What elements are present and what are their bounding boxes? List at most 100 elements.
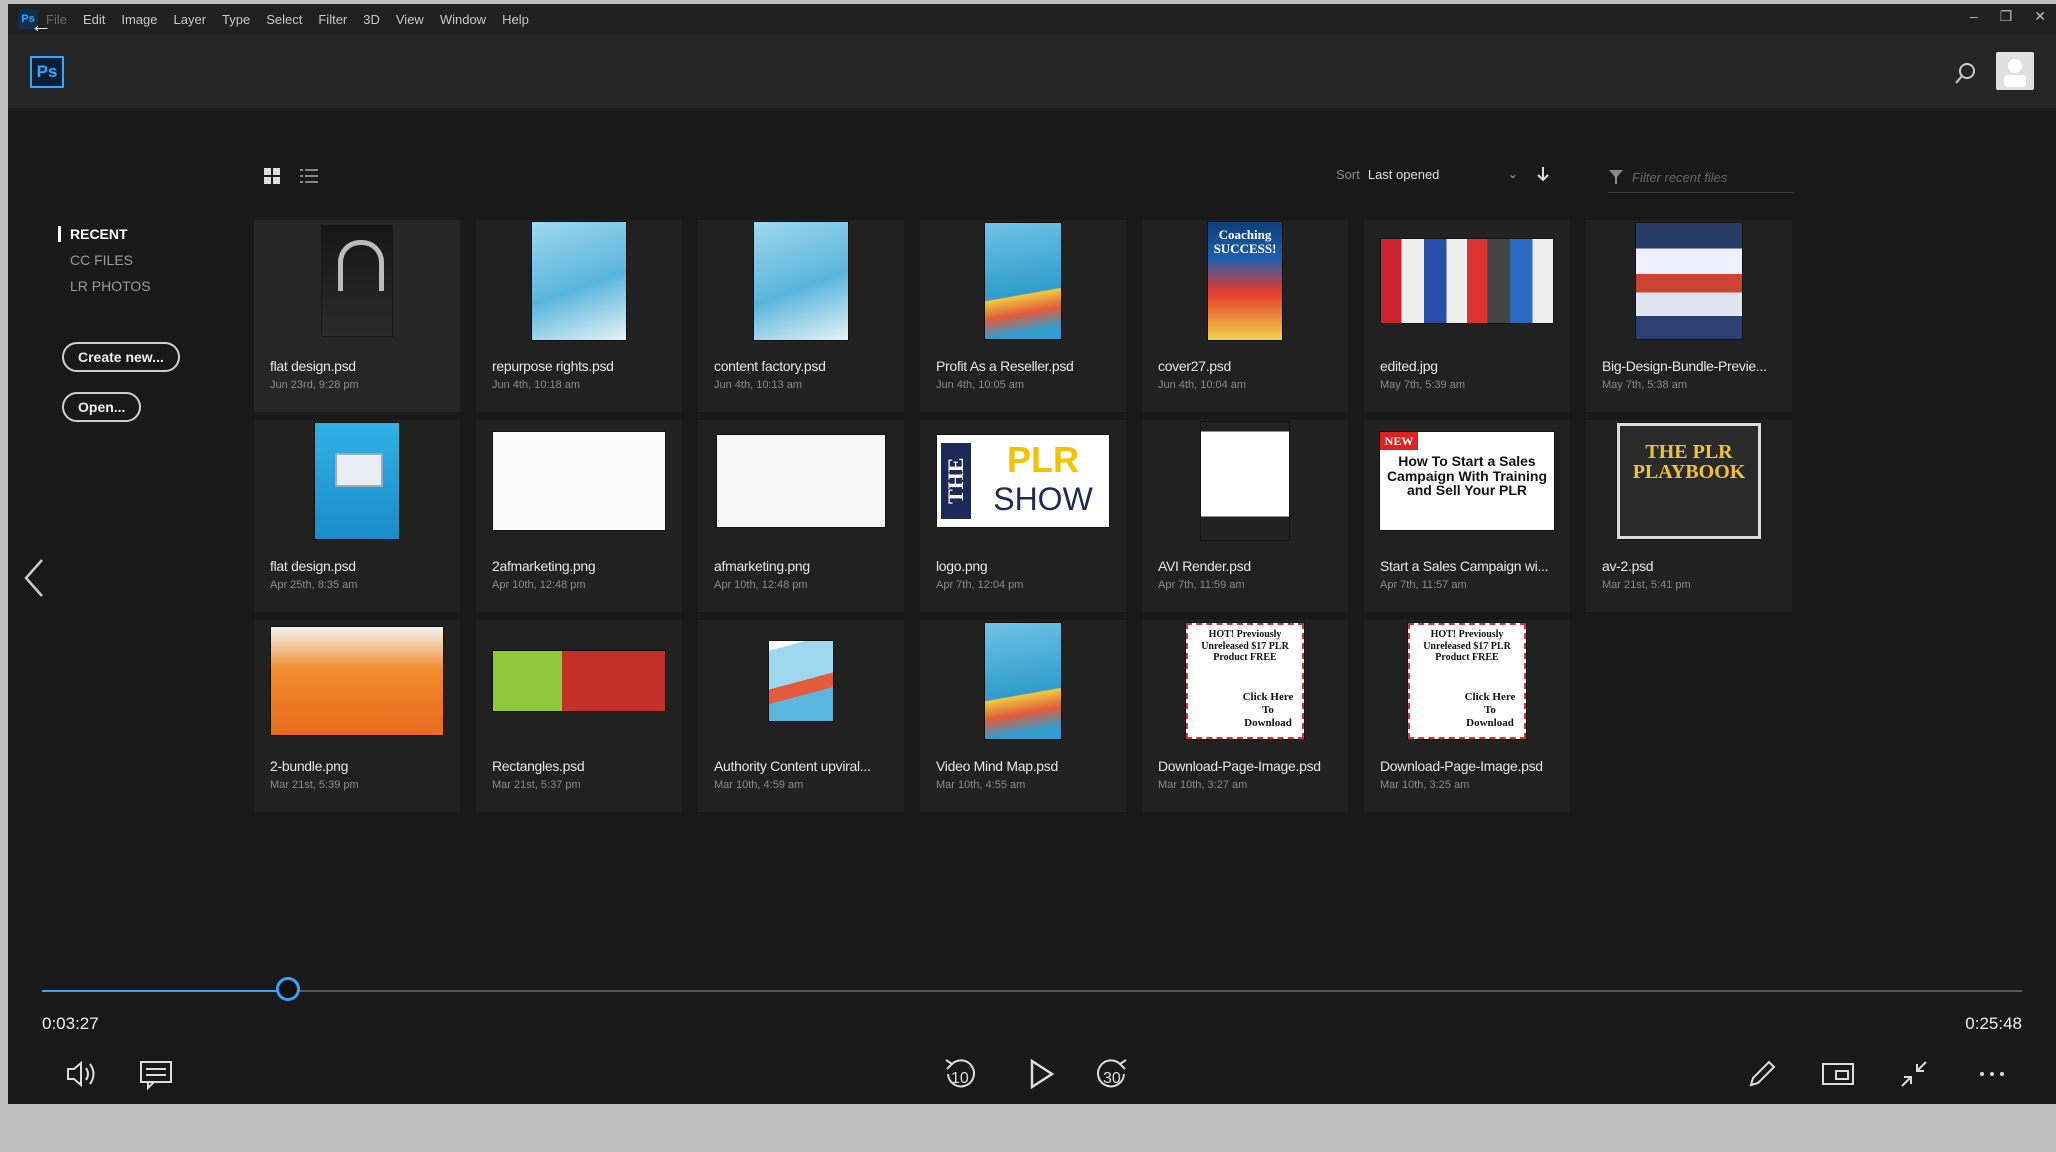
file-thumbnail xyxy=(1152,420,1338,542)
list-view-icon[interactable] xyxy=(300,168,318,184)
sort-dropdown[interactable]: Last opened xyxy=(1368,167,1508,182)
restore-button[interactable]: ❐ xyxy=(2000,8,2013,25)
file-card[interactable]: flat design.psd Apr 25th, 8:35 am xyxy=(254,420,460,612)
thumbnail-text: How To Start a Sales Campaign With Train… xyxy=(1386,453,1548,499)
menu-view[interactable]: View xyxy=(388,12,432,27)
file-card[interactable]: Video Mind Map.psd Mar 10th, 4:55 am xyxy=(920,620,1126,812)
exit-fullscreen-icon[interactable] xyxy=(1896,1056,1932,1092)
filter-input[interactable]: Filter recent files xyxy=(1632,170,1727,185)
file-thumbnail xyxy=(930,220,1116,342)
file-card[interactable]: Profit As a Reseller.psd Jun 4th, 10:05 … xyxy=(920,220,1126,412)
file-date: Apr 7th, 11:57 am xyxy=(1380,579,1467,591)
file-card[interactable]: content factory.psd Jun 4th, 10:13 am xyxy=(698,220,904,412)
thumbnail-text: PLR xyxy=(1007,439,1079,480)
file-name: flat design.psd xyxy=(270,558,356,574)
menu-filter[interactable]: Filter xyxy=(310,12,355,27)
seek-handle[interactable] xyxy=(275,977,300,1001)
file-name: Profit As a Reseller.psd xyxy=(936,358,1074,374)
back-arrow-icon[interactable]: ← xyxy=(30,14,52,36)
menu-image[interactable]: Image xyxy=(113,12,165,27)
file-name: 2afmarketing.png xyxy=(492,558,596,574)
file-date: Apr 7th, 12:04 pm xyxy=(936,579,1024,591)
file-name: Rectangles.psd xyxy=(492,758,585,774)
file-card[interactable]: repurpose rights.psd Jun 4th, 10:18 am xyxy=(476,220,682,412)
sort-direction-icon[interactable] xyxy=(1536,166,1550,182)
file-thumbnail: NEW How To Start a Sales Campaign With T… xyxy=(1374,420,1560,542)
open-button[interactable]: Open... xyxy=(62,392,142,422)
file-name: repurpose rights.psd xyxy=(492,358,614,374)
thumbnail-text: SHOW xyxy=(993,481,1093,517)
file-thumbnail xyxy=(1596,220,1782,342)
file-card[interactable]: Big-Design-Bundle-Previe... May 7th, 5:3… xyxy=(1586,220,1792,412)
current-time: 0:03:27 xyxy=(42,1014,99,1033)
close-button[interactable]: ✕ xyxy=(2034,8,2046,25)
menu-select[interactable]: Select xyxy=(258,12,310,27)
file-date: Jun 4th, 10:04 am xyxy=(1158,379,1247,391)
file-card[interactable]: Rectangles.psd Mar 21st, 5:37 pm xyxy=(476,620,682,812)
sidebar-item-lr-photos[interactable]: LR PHOTOS xyxy=(58,278,151,294)
file-date: Mar 21st, 5:37 pm xyxy=(492,779,581,791)
skip-back-seconds: 10 xyxy=(951,1070,969,1087)
file-thumbnail: Coaching SUCCESS! xyxy=(1152,220,1338,342)
previous-chevron-icon[interactable] xyxy=(20,556,48,600)
file-card[interactable]: NEW How To Start a Sales Campaign With T… xyxy=(1364,420,1570,612)
menu-3d[interactable]: 3D xyxy=(355,12,388,27)
file-card[interactable]: 2afmarketing.png Apr 10th, 12:48 pm xyxy=(476,420,682,612)
file-card[interactable]: HOT! Previously Unreleased $17 PLR Produ… xyxy=(1364,620,1570,812)
volume-icon[interactable] xyxy=(64,1056,100,1092)
file-card[interactable]: afmarketing.png Apr 10th, 12:48 pm xyxy=(698,420,904,612)
file-name: Download-Page-Image.psd xyxy=(1158,758,1321,774)
more-options-icon[interactable] xyxy=(1974,1056,2010,1092)
seek-bar[interactable] xyxy=(42,977,2022,1001)
skip-back-button[interactable]: 10 xyxy=(942,1056,978,1092)
pen-icon[interactable] xyxy=(1744,1056,1780,1092)
thumbnail-text: NEW xyxy=(1380,432,1418,450)
file-date: Apr 7th, 11:59 am xyxy=(1158,579,1245,591)
file-date: Apr 25th, 8:35 am xyxy=(270,579,358,591)
file-date: Mar 10th, 4:55 am xyxy=(936,779,1026,791)
mini-view-icon[interactable] xyxy=(1820,1056,1856,1092)
file-date: Mar 10th, 4:59 am xyxy=(714,779,804,791)
thumbnail-text: THE PLR PLAYBOOK xyxy=(1632,441,1746,483)
file-card[interactable]: AVI Render.psd Apr 7th, 11:59 am xyxy=(1142,420,1348,612)
user-icon xyxy=(2004,59,2026,87)
menu-layer[interactable]: Layer xyxy=(166,12,215,27)
thumbnail-text: THE xyxy=(941,443,971,519)
play-icon[interactable] xyxy=(1022,1056,1058,1092)
file-card[interactable]: THE PLR PLAYBOOK av-2.psd Mar 21st, 5:41… xyxy=(1586,420,1792,612)
file-card[interactable]: THE PLR SHOW logo.png Apr 7th, 12:04 pm xyxy=(920,420,1126,612)
file-thumbnail: HOT! Previously Unreleased $17 PLR Produ… xyxy=(1374,620,1560,742)
file-card[interactable]: 2-bundle.png Mar 21st, 5:39 pm xyxy=(254,620,460,812)
file-thumbnail xyxy=(264,420,450,542)
file-card[interactable]: HOT! Previously Unreleased $17 PLR Produ… xyxy=(1142,620,1348,812)
create-new-button[interactable]: Create new... xyxy=(62,342,180,372)
file-date: Mar 10th, 3:25 am xyxy=(1380,779,1470,791)
minimize-button[interactable]: – xyxy=(1970,8,1978,25)
captions-icon[interactable] xyxy=(138,1056,174,1092)
skip-forward-seconds: 30 xyxy=(1103,1070,1121,1087)
sidebar-item-cc-files[interactable]: CC FILES xyxy=(58,252,151,268)
file-thumbnail xyxy=(1374,220,1560,342)
file-thumbnail xyxy=(708,620,894,742)
search-icon[interactable] xyxy=(1952,60,1980,88)
file-card[interactable]: Authority Content upviral... Mar 10th, 4… xyxy=(698,620,904,812)
menu-window[interactable]: Window xyxy=(432,12,494,27)
skip-forward-button[interactable]: 30 xyxy=(1094,1056,1130,1092)
file-card[interactable]: Coaching SUCCESS! cover27.psd Jun 4th, 1… xyxy=(1142,220,1348,412)
sidebar-item-recent[interactable]: RECENT xyxy=(58,226,151,242)
user-avatar[interactable] xyxy=(1996,52,2034,90)
file-thumbnail: THE PLR SHOW xyxy=(930,420,1116,542)
file-date: Jun 4th, 10:05 am xyxy=(936,379,1025,391)
menu-edit[interactable]: Edit xyxy=(75,12,113,27)
file-date: Mar 21st, 5:39 pm xyxy=(270,779,359,791)
file-name: edited.jpg xyxy=(1380,358,1438,374)
file-card[interactable]: flat design.psd Jun 23rd, 9:28 pm xyxy=(254,220,460,412)
photoshop-logo: Ps xyxy=(30,56,64,88)
chevron-down-icon[interactable]: ⌄ xyxy=(1508,167,1518,181)
grid-view-icon[interactable] xyxy=(264,168,280,184)
menu-type[interactable]: Type xyxy=(214,12,258,27)
filter-field[interactable]: Filter recent files xyxy=(1608,162,1794,193)
thumbnail-text: Coaching SUCCESS! xyxy=(1213,227,1277,257)
menu-help[interactable]: Help xyxy=(494,12,537,27)
file-card[interactable]: edited.jpg May 7th, 5:39 am xyxy=(1364,220,1570,412)
